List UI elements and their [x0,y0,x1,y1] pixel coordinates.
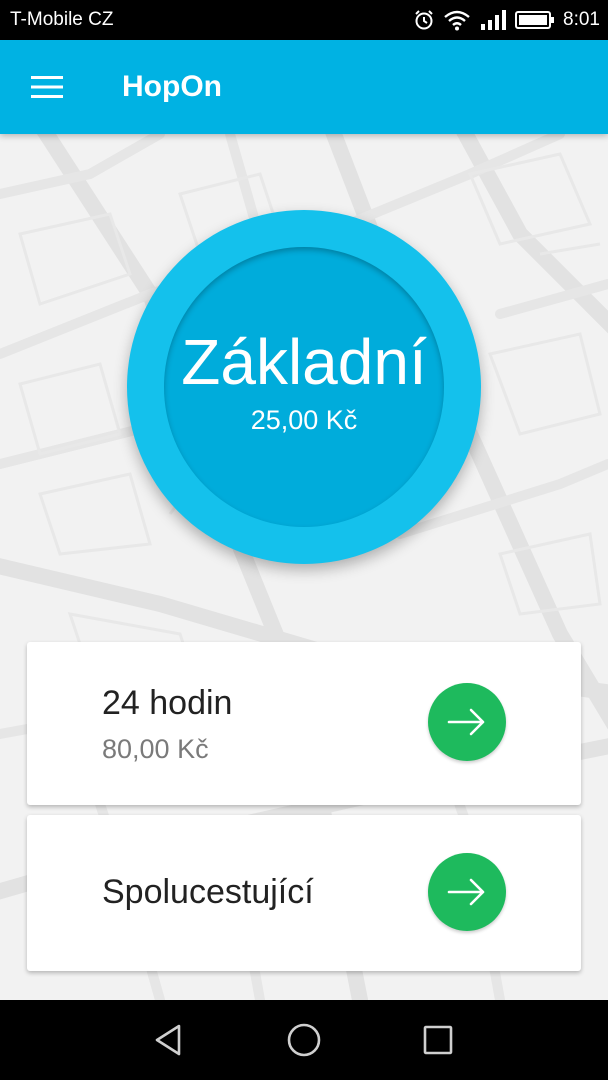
carrier-label: T-Mobile CZ [10,9,114,30]
tariff-option-go-button[interactable] [428,683,506,761]
navigation-bar [0,1000,608,1080]
app-bar: HopOn [0,40,608,134]
status-bar: T-Mobile CZ 8:01 [0,0,608,40]
tariff-option-go-button[interactable] [428,853,506,931]
tariff-option-price: 80,00 Kč [102,734,209,764]
wifi-icon [443,9,471,31]
tariff-option-card[interactable]: 24 hodin 80,00 Kč [27,642,581,805]
signal-icon [479,9,507,31]
selected-tariff-button[interactable]: Základní 25,00 Kč [164,247,444,527]
battery-icon [515,9,555,31]
tariff-option-title: 24 hodin [102,684,233,722]
status-icons: 8:01 [413,9,600,31]
menu-button[interactable] [0,40,94,134]
recents-icon [423,1025,453,1055]
selected-tariff-price: 25,00 Kč [250,404,358,435]
screen: T-Mobile CZ 8:01 HopOn Základní 25,00 Kč… [0,0,608,1080]
back-button[interactable] [138,1010,198,1070]
recents-button[interactable] [408,1010,468,1070]
tariff-option-card[interactable]: Spolucestující [27,815,581,971]
clock: 8:01 [563,9,600,30]
back-icon [155,1024,181,1056]
hamburger-menu-icon [31,76,63,98]
selected-tariff-name: Základní [181,325,427,398]
alarm-icon [413,9,435,31]
home-icon [287,1023,321,1057]
tariff-option-title: Spolucestující [102,873,314,911]
app-title: HopOn [122,70,222,103]
arrow-right-icon [447,708,485,736]
home-button[interactable] [274,1010,334,1070]
arrow-right-icon [447,878,485,906]
